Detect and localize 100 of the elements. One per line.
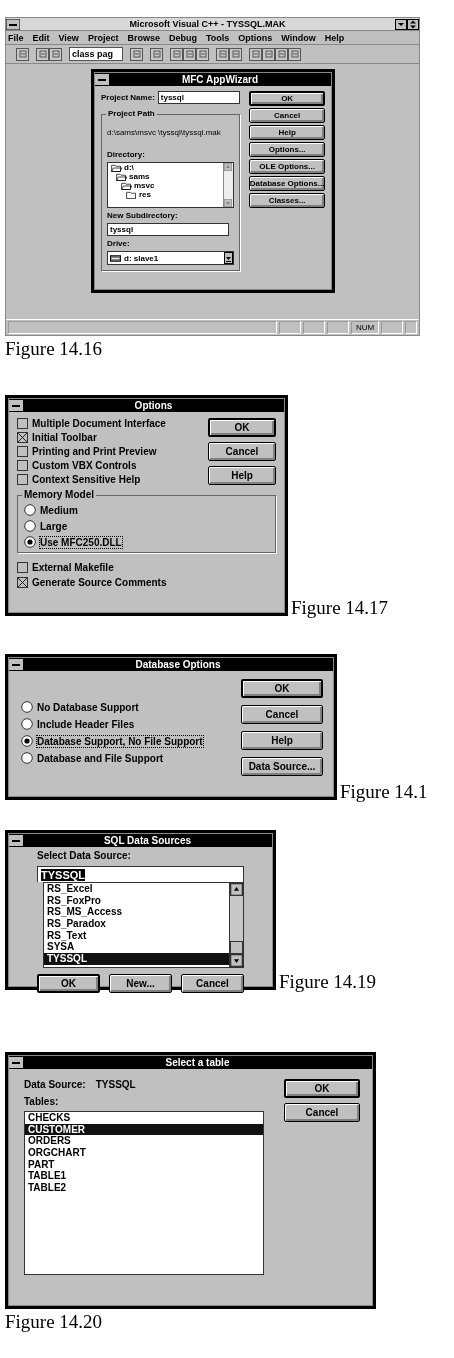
toolbar-button[interactable] — [170, 47, 183, 61]
menu-item[interactable]: File — [8, 32, 24, 43]
dialog-button[interactable]: Help — [208, 466, 276, 485]
dialog-button[interactable]: New... — [109, 974, 172, 993]
drive-combo[interactable]: d: slave1 — [107, 251, 234, 265]
dialog-button[interactable]: OK — [248, 91, 326, 106]
dialog-button[interactable]: Cancel — [208, 442, 276, 461]
dialog-button[interactable]: Cancel — [284, 1103, 360, 1122]
toolbar-button[interactable] — [262, 47, 275, 61]
toolbar-button[interactable] — [288, 47, 301, 61]
directory-item[interactable]: d:\ — [124, 163, 134, 172]
system-menu-icon[interactable] — [9, 1057, 23, 1068]
dialog-button[interactable]: Database Options... — [248, 176, 326, 191]
radio-button[interactable] — [24, 504, 36, 516]
checkbox-label[interactable]: Multiple Document Interface — [32, 418, 166, 429]
radio-label[interactable]: No Database Support — [37, 701, 139, 713]
checkbox[interactable] — [17, 474, 28, 485]
checkbox[interactable] — [17, 577, 28, 588]
list-item[interactable]: RS_Text — [44, 929, 229, 942]
checkbox-label[interactable]: Printing and Print Preview — [32, 446, 157, 457]
checkbox[interactable] — [17, 418, 28, 429]
radio-label[interactable]: Medium — [40, 504, 78, 516]
checkbox[interactable] — [17, 460, 28, 471]
checkbox-label[interactable]: Context Sensitive Help — [32, 474, 141, 485]
toolbar-button[interactable] — [49, 47, 62, 61]
dialog-button[interactable]: OK — [37, 974, 100, 993]
dialog-button[interactable]: Help — [248, 125, 326, 140]
checkbox-label[interactable]: Generate Source Comments — [32, 577, 167, 588]
directory-item[interactable]: msvc — [134, 181, 155, 190]
toolbar-button[interactable] — [196, 47, 209, 61]
data-source-field[interactable]: TYSSQL — [37, 866, 244, 882]
scroll-bar[interactable] — [229, 883, 243, 967]
menu-item[interactable]: Debug — [168, 32, 197, 43]
toolbar-button[interactable] — [36, 47, 49, 61]
scroll-bar[interactable] — [222, 163, 233, 207]
directory-item[interactable]: sams — [129, 172, 150, 181]
directory-item[interactable]: res — [139, 190, 151, 199]
menu-item[interactable]: Tools — [205, 32, 230, 43]
list-item[interactable]: TABLE1 — [25, 1170, 263, 1183]
class-combo[interactable]: class pag — [69, 47, 123, 61]
system-menu-icon[interactable] — [9, 835, 23, 846]
menu-item[interactable]: Window — [281, 32, 316, 43]
radio-button[interactable] — [24, 536, 36, 548]
dialog-button[interactable]: Classes... — [248, 193, 326, 208]
list-item[interactable]: ORDERS — [25, 1135, 263, 1148]
dialog-button[interactable]: Cancel — [248, 108, 326, 123]
dialog-button[interactable]: Data Source... — [241, 757, 323, 776]
menu-item[interactable]: Browse — [127, 32, 160, 43]
checkbox[interactable] — [17, 432, 28, 443]
radio-label[interactable]: Large — [40, 520, 68, 532]
radio-button[interactable] — [21, 701, 33, 713]
toolbar-button[interactable] — [275, 47, 288, 61]
toolbar-button[interactable] — [216, 47, 229, 61]
radio-label[interactable]: Database and File Support — [37, 752, 164, 764]
checkbox[interactable] — [17, 562, 28, 573]
list-item[interactable]: ORGCHART — [25, 1147, 263, 1159]
system-menu-icon[interactable] — [9, 400, 23, 411]
list-item[interactable]: SYSA — [44, 941, 229, 954]
dialog-button[interactable]: OLE Options... — [248, 159, 326, 174]
dialog-button[interactable]: Cancel — [181, 974, 244, 993]
menu-item[interactable]: Edit — [32, 32, 50, 43]
list-item[interactable]: CHECKS — [25, 1112, 263, 1124]
checkbox[interactable] — [17, 446, 28, 457]
dialog-button[interactable]: OK — [241, 679, 323, 698]
restore-icon[interactable] — [407, 18, 419, 30]
radio-label[interactable]: Include Header Files — [37, 718, 135, 730]
list-item[interactable]: CUSTOMER — [25, 1123, 263, 1136]
list-item[interactable]: RS_Excel — [44, 883, 229, 895]
checkbox-label[interactable]: External Makefile — [32, 562, 114, 573]
system-menu-icon[interactable] — [6, 18, 20, 30]
checkbox-label[interactable]: Custom VBX Controls — [32, 460, 137, 471]
list-item[interactable]: TYSSQL — [44, 953, 229, 965]
dialog-button[interactable]: Cancel — [241, 705, 323, 724]
toolbar-button[interactable] — [150, 47, 163, 61]
checkbox-label[interactable]: Initial Toolbar — [32, 432, 97, 443]
dialog-button[interactable]: OK — [284, 1079, 360, 1098]
list-item[interactable]: PART — [25, 1158, 263, 1171]
system-menu-icon[interactable] — [95, 74, 109, 85]
toolbar-button[interactable] — [229, 47, 242, 61]
toolbar-button[interactable] — [16, 47, 29, 61]
list-item[interactable]: RS_Paradox — [44, 918, 229, 930]
toolbar-button[interactable] — [183, 47, 196, 61]
list-item[interactable]: RS_MS_Access — [44, 906, 229, 919]
list-item[interactable]: TABLE2 — [25, 1182, 263, 1194]
menu-item[interactable]: View — [58, 32, 79, 43]
subdirectory-field[interactable]: tyssql — [107, 223, 229, 236]
dialog-button[interactable]: Help — [241, 731, 323, 750]
radio-label[interactable]: Use MFC250.DLL — [40, 536, 122, 548]
radio-label[interactable]: Database Support, No File Support — [37, 735, 203, 747]
menu-item[interactable]: Options — [238, 32, 273, 43]
radio-button[interactable] — [24, 520, 36, 532]
list-item[interactable]: RS_FoxPro — [44, 894, 229, 907]
directory-list[interactable]: d:\ sams msvc res — [107, 162, 234, 208]
minimize-icon[interactable] — [395, 18, 407, 30]
dialog-button[interactable]: OK — [208, 418, 276, 437]
toolbar-button[interactable] — [130, 47, 143, 61]
radio-button[interactable] — [21, 752, 33, 764]
dialog-button[interactable]: Options... — [248, 142, 326, 157]
radio-button[interactable] — [21, 718, 33, 730]
menu-item[interactable]: Help — [324, 32, 345, 43]
